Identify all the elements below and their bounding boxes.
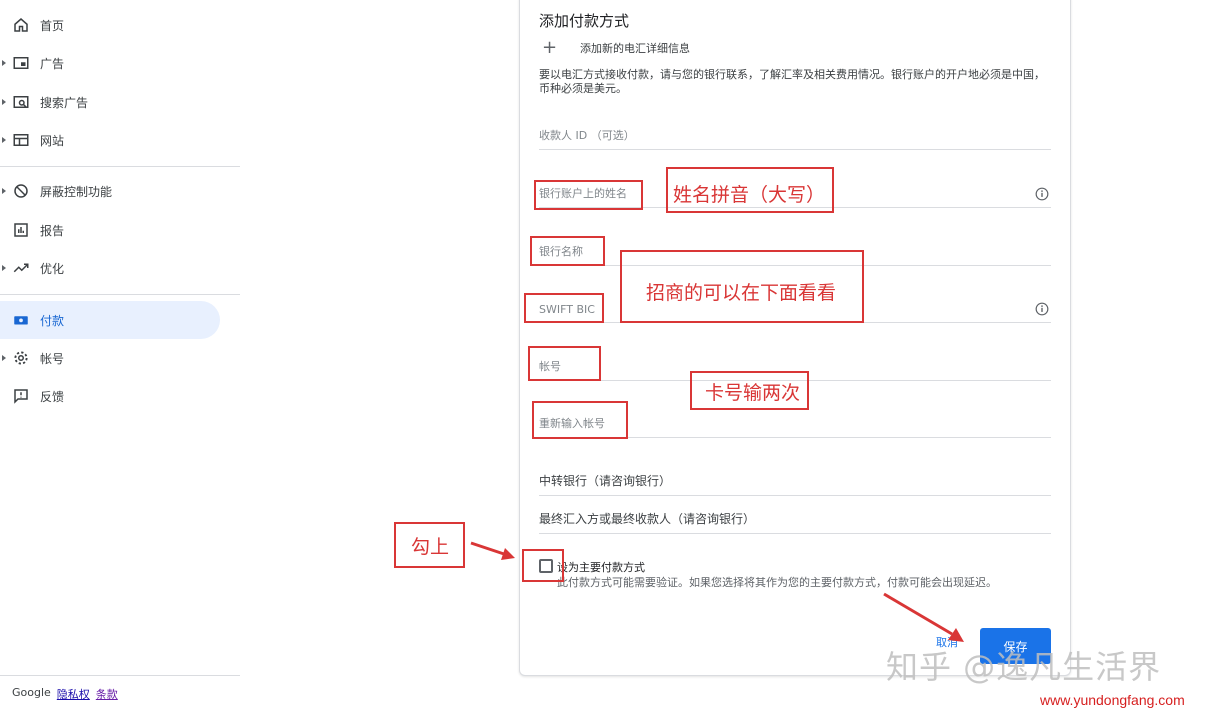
home-icon [14,18,28,32]
sidebar-item-label: 帐号 [40,351,65,366]
annotation-name-note: 姓名拼音（大写） [673,184,826,206]
annotation-arrow-icon [470,541,515,560]
sidebar-divider [0,166,240,167]
info-icon[interactable] [1035,302,1049,316]
sidebar-item-label: 屏蔽控制功能 [40,184,113,199]
intermediary-bank-placeholder: 中转银行（请咨询银行） [539,474,672,488]
search-ad-icon [13,96,29,108]
sidebar-item-label: 搜索广告 [40,95,89,110]
sidebar-item-label: 报告 [40,223,65,238]
block-icon [14,184,28,198]
page-title: 添加付款方式 [539,12,630,30]
payee-id-placeholder: 收款人 ID （可选） [539,129,635,142]
sidebar-item-optimization[interactable]: 优化 [0,249,220,287]
annotation-box-account-number [528,346,601,381]
annotation-box-checkbox [522,549,564,582]
payment-icon [14,316,28,325]
sidebar-item-label: 广告 [40,56,65,71]
annotation-check-note: 勾上 [411,536,450,558]
sidebar-item-label: 付款 [40,313,65,328]
sidebar-item-label: 优化 [40,261,65,276]
website-icon [13,134,29,146]
sidebar-item-search-ads[interactable]: 搜索广告 [0,83,220,121]
plus-icon: + [542,37,558,58]
annotation-box-swift [524,293,604,323]
caret-right-icon [2,265,6,271]
add-wire-details-button[interactable]: + 添加新的电汇详细信息 [542,37,690,58]
watermark-url: www.yundongfang.com [1040,692,1185,708]
watermark-text: 知乎 @逸凡生活界 [886,648,1162,686]
final-beneficiary-input[interactable]: 最终汇入方或最终收款人（请咨询银行） [539,504,1051,534]
primary-payment-label: 设为主要付款方式 [557,561,645,574]
caret-right-icon [2,99,6,105]
footer-divider [0,675,240,676]
caret-right-icon [2,60,6,66]
sidebar-item-account[interactable]: 帐号 [0,339,220,377]
trending-icon [13,263,29,273]
sidebar: 首页 广告 搜索广告 网站 屏蔽控制功能 报告 优化 付款 帐号 反馈 Goog… [0,0,240,714]
sidebar-item-blocking-controls[interactable]: 屏蔽控制功能 [0,172,220,210]
terms-link[interactable]: 条款 [96,686,118,702]
ad-icon [13,57,29,69]
primary-payment-note: 此付款方式可能需要验证。如果您选择将其作为您的主要付款方式，付款可能会出现延迟。 [557,576,997,589]
sidebar-item-feedback[interactable]: 反馈 [0,377,220,415]
sidebar-item-reports[interactable]: 报告 [0,211,220,249]
gear-icon [14,351,28,365]
sidebar-item-label: 网站 [40,133,65,148]
annotation-box-bank-name [530,236,605,266]
report-icon [14,223,28,237]
annotation-arrow-icon [883,592,964,642]
sidebar-item-home[interactable]: 首页 [0,6,220,44]
sidebar-footer: Google 隐私权 条款 [12,686,118,702]
privacy-link[interactable]: 隐私权 [57,686,90,702]
annotation-box-account-name [534,180,643,210]
sidebar-item-label: 首页 [40,18,65,33]
sidebar-item-ads[interactable]: 广告 [0,44,220,82]
caret-right-icon [2,137,6,143]
final-beneficiary-placeholder: 最终汇入方或最终收款人（请咨询银行） [539,512,756,526]
feedback-icon [14,389,28,404]
add-wire-details-label: 添加新的电汇详细信息 [580,42,690,55]
annotation-account-note: 卡号输两次 [705,382,801,404]
annotation-box-account-confirm [532,401,628,439]
sidebar-item-payments[interactable]: 付款 [0,301,220,339]
payee-id-input[interactable]: 收款人 ID （可选） [539,120,1051,150]
google-brand: Google [12,686,51,699]
wire-description: 要以电汇方式接收付款，请与您的银行联系，了解汇率及相关费用情况。银行账户的开户地… [539,68,1045,95]
caret-right-icon [2,188,6,194]
sidebar-item-label: 反馈 [40,389,65,404]
intermediary-bank-input[interactable]: 中转银行（请咨询银行） [539,466,1051,496]
sidebar-item-sites[interactable]: 网站 [0,121,220,159]
sidebar-divider [0,294,240,295]
annotation-swift-note: 招商的可以在下面看看 [646,282,837,304]
info-icon[interactable] [1035,187,1049,201]
caret-right-icon [2,355,6,361]
